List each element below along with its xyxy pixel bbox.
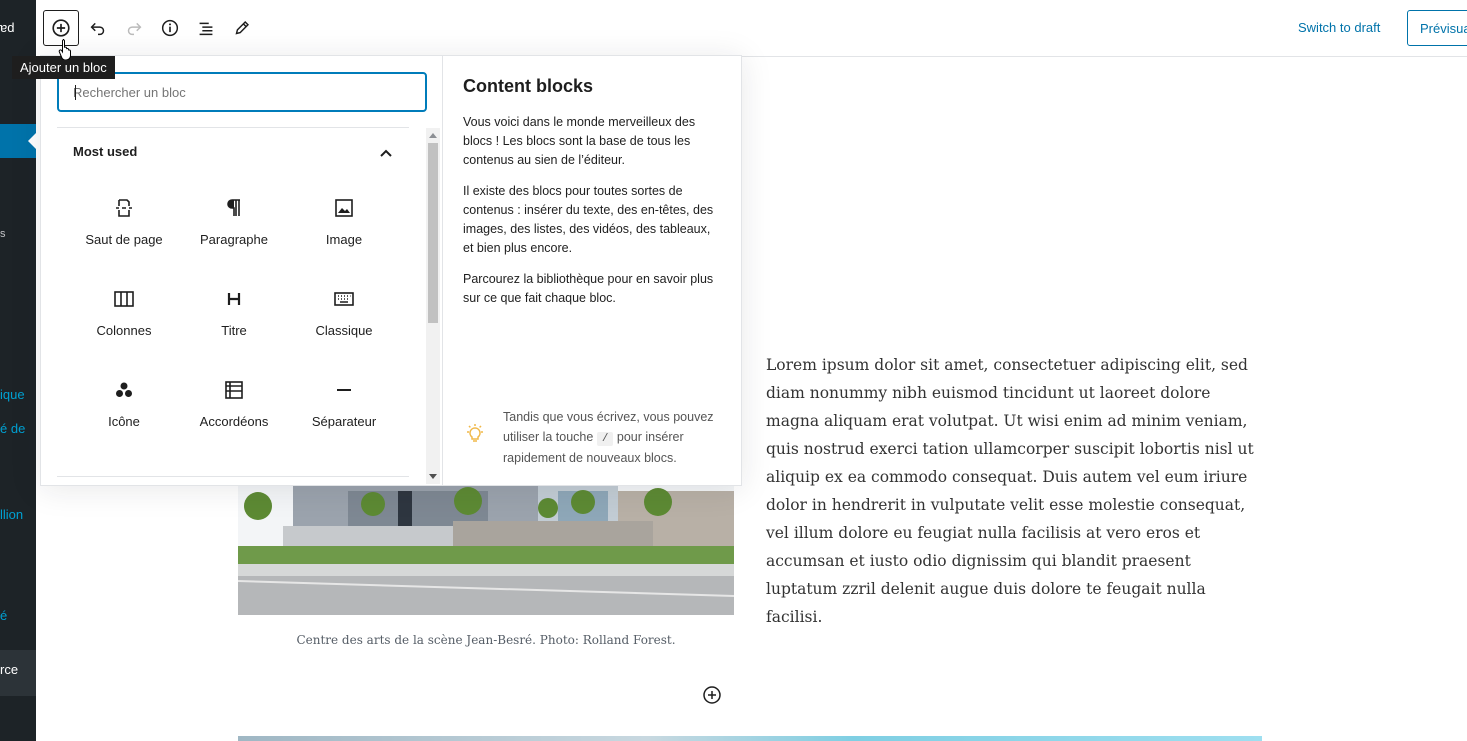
- sidebar-fragment[interactable]: ique: [0, 387, 25, 402]
- inline-add-block-button[interactable]: [702, 685, 722, 705]
- tip-text: Tandis que vous écrivez, vous pouvez uti…: [503, 408, 728, 469]
- admin-sidebar: ɐd s ique é de llion é rce: [0, 0, 36, 741]
- photo-illustration: [238, 486, 734, 615]
- redo-button[interactable]: [116, 10, 152, 46]
- pencil-icon: [235, 21, 249, 35]
- plus-circle-icon: [703, 686, 721, 704]
- block-item-separator[interactable]: Séparateur: [289, 374, 399, 465]
- paragraph-block[interactable]: Lorem ipsum dolor sit amet, consectetuer…: [766, 351, 1266, 631]
- lightbulb-icon: [467, 424, 483, 442]
- divider: [57, 127, 409, 128]
- columns-icon: [114, 291, 134, 307]
- sidebar-fragment[interactable]: llion: [0, 507, 23, 522]
- accordion-icon: [225, 381, 243, 399]
- keyboard-icon: [334, 292, 354, 306]
- inserter-info-panel: Content blocks Vous voici dans le monde …: [443, 56, 741, 485]
- block-item-icon[interactable]: Icône: [69, 374, 179, 465]
- slash-key: /: [596, 431, 614, 446]
- block-grid: Saut de page Paragraphe Image Colonnes T…: [69, 192, 399, 465]
- list-view-icon: [199, 22, 213, 36]
- switch-to-draft-link[interactable]: Switch to draft: [1298, 20, 1380, 35]
- sidebar-fragment[interactable]: rce: [0, 662, 18, 677]
- info-paragraph: Il existe des blocs pour toutes sortes d…: [463, 184, 714, 255]
- block-label: Icône: [108, 414, 140, 429]
- sidebar-fragment: ɐd: [0, 20, 15, 35]
- inserter-main-panel: Most used Saut de page Paragraphe Image …: [41, 56, 443, 485]
- editor-top-toolbar: Switch to draft Prévisualiser: [36, 0, 1467, 57]
- paragraph-icon: [227, 199, 240, 216]
- block-label: Colonnes: [96, 323, 152, 338]
- block-label: Titre: [221, 323, 247, 338]
- tools-button[interactable]: [224, 10, 260, 46]
- scroll-thumb[interactable]: [428, 143, 438, 323]
- block-label: Paragraphe: [200, 232, 268, 247]
- block-label: Accordéons: [199, 414, 269, 429]
- image-caption[interactable]: Centre des arts de la scène Jean-Besré. …: [238, 633, 734, 647]
- icon-block-icon: [116, 382, 132, 397]
- block-item-paragraph[interactable]: Paragraphe: [179, 192, 289, 283]
- block-label: Image: [325, 232, 363, 247]
- sidebar-fragment[interactable]: é de: [0, 421, 25, 436]
- block-search-input[interactable]: [59, 74, 425, 110]
- inserter-scrollbar[interactable]: [426, 128, 440, 484]
- info-paragraph: Parcourez la bibliothèque pour en savoir…: [463, 272, 714, 305]
- plus-circle-icon: [52, 19, 70, 37]
- block-item-accordions[interactable]: Accordéons: [179, 374, 289, 465]
- block-inserter-popover: Most used Saut de page Paragraphe Image …: [40, 55, 742, 486]
- next-image-preview[interactable]: [238, 736, 1262, 741]
- scroll-down-arrow[interactable]: [429, 474, 437, 479]
- block-item-columns[interactable]: Colonnes: [69, 283, 179, 374]
- text-caret: [75, 85, 76, 100]
- sidebar-fragment[interactable]: s: [0, 228, 6, 240]
- inserter-tip: Tandis que vous écrivez, vous pouvez uti…: [463, 408, 728, 469]
- block-item-classic[interactable]: Classique: [289, 283, 399, 374]
- page-break-icon: [116, 199, 132, 217]
- heading-icon: [227, 293, 241, 305]
- chevron-up-icon: [380, 149, 392, 157]
- info-paragraph: Vous voici dans le monde merveilleux des…: [463, 115, 696, 167]
- info-button[interactable]: [152, 10, 188, 46]
- image-icon: [335, 199, 353, 217]
- undo-button[interactable]: [80, 10, 116, 46]
- preview-button[interactable]: Prévisualiser: [1407, 10, 1467, 46]
- sidebar-active-arrow: [28, 133, 36, 149]
- undo-icon: [90, 22, 105, 36]
- redo-icon: [127, 22, 142, 36]
- block-label: Séparateur: [311, 414, 377, 429]
- divider: [57, 476, 409, 477]
- hand-cursor-icon: [58, 39, 71, 60]
- list-view-button[interactable]: [188, 10, 224, 46]
- panel-title[interactable]: Most used: [73, 144, 137, 159]
- separator-icon: [337, 389, 351, 391]
- block-label: Saut de page: [85, 232, 163, 247]
- collapse-panel-button[interactable]: [377, 144, 395, 162]
- block-item-heading[interactable]: Titre: [179, 283, 289, 374]
- building-photo[interactable]: [238, 486, 734, 615]
- scroll-up-arrow[interactable]: [429, 133, 437, 138]
- block-item-page-break[interactable]: Saut de page: [69, 192, 179, 283]
- info-title: Content blocks: [463, 76, 594, 96]
- info-icon: [161, 19, 179, 37]
- block-item-image[interactable]: Image: [289, 192, 399, 283]
- block-label: Classique: [315, 323, 373, 338]
- sidebar-fragment[interactable]: é: [0, 608, 7, 623]
